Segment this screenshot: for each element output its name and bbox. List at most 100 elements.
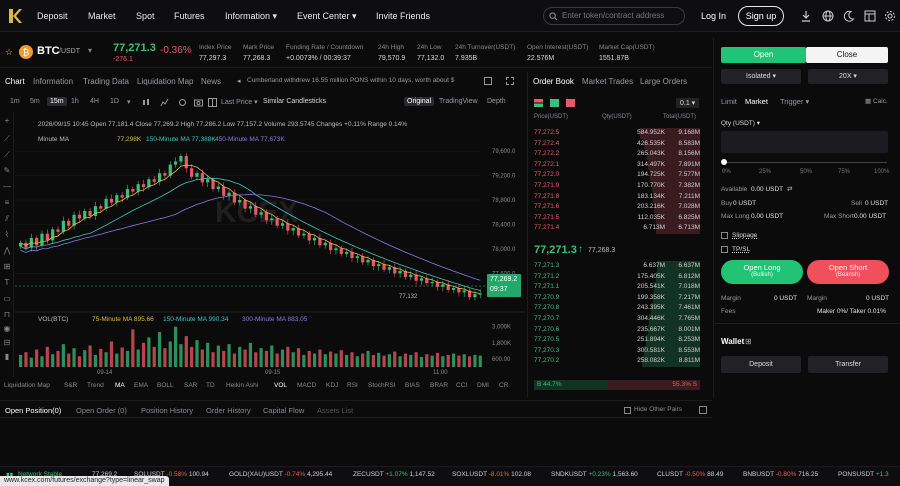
brush-icon[interactable]: ⌇ — [2, 230, 12, 240]
ask-row[interactable]: 77,272.4 426.535K 8.583M — [528, 138, 703, 150]
measure-icon[interactable]: ⊞ — [2, 262, 12, 272]
transfer-button[interactable]: Transfer — [808, 356, 888, 373]
ask-row[interactable]: 77,271.6 203.216K 7.028M — [528, 202, 703, 213]
ind-cr[interactable]: CR — [499, 382, 508, 389]
ind-dmi[interactable]: DMI — [477, 382, 489, 389]
tab-capital-flow[interactable]: Capital Flow — [263, 406, 304, 415]
ind-trend[interactable]: Trend — [87, 382, 104, 389]
timeframe-5m[interactable]: 5m — [30, 98, 40, 105]
more-timeframes-icon[interactable]: ▾ — [127, 98, 131, 106]
nav-information[interactable]: Information ▾ — [225, 11, 277, 22]
tab-trading-data[interactable]: Trading Data — [83, 77, 129, 86]
settings-icon[interactable] — [178, 98, 187, 107]
tab-open-order[interactable]: Open Order (0) — [76, 406, 127, 415]
slider-mark-100[interactable]: 100% — [874, 169, 889, 175]
bid-row[interactable]: 77,270.9 199.358K 7.217M — [528, 292, 703, 304]
nav-deposit[interactable]: Deposit — [37, 11, 68, 21]
signup-button[interactable]: Sign up — [738, 6, 784, 26]
order-type-limit[interactable]: Limit — [721, 97, 737, 106]
magnet-icon[interactable]: ⊓ — [2, 310, 12, 320]
ask-row[interactable]: 77,272.2 265.043K 8.156M — [528, 149, 703, 160]
horizontal-line-icon[interactable]: — — [2, 182, 12, 192]
bid-row[interactable]: 77,270.2 258.082K 8.811M — [528, 356, 703, 367]
bid-row[interactable]: 77,270.5 251.894K 8.253M — [528, 335, 703, 346]
slider-mark-25[interactable]: 25% — [759, 169, 771, 175]
search-box[interactable] — [543, 7, 685, 25]
ind-brar[interactable]: BRAR — [430, 382, 448, 389]
open-tab-button[interactable]: Open — [721, 47, 806, 63]
nav-futures[interactable]: Futures — [174, 11, 205, 21]
search-input[interactable] — [562, 11, 680, 20]
ind-liquidation-map[interactable]: Liquidation Map — [4, 382, 50, 389]
ruler-icon[interactable]: ▭ — [2, 294, 12, 304]
bid-row[interactable]: 77,271.3 6.637M 6.637M — [528, 261, 703, 272]
status-gold[interactable]: GOLD(XAU)USDT -0.74% 4,295.44 — [229, 471, 332, 478]
ind-td[interactable]: TD — [206, 382, 215, 389]
pen-icon[interactable]: ✎ — [2, 166, 12, 176]
nav-invite-friends[interactable]: Invite Friends — [376, 11, 430, 21]
nav-spot[interactable]: Spot — [136, 11, 155, 21]
qty-slider-track[interactable] — [724, 162, 887, 163]
globe-icon[interactable] — [822, 10, 834, 22]
slider-mark-0[interactable]: 0% — [722, 169, 731, 175]
slider-mark-50[interactable]: 50% — [800, 169, 812, 175]
precision-dropdown[interactable]: 0.1 ▾ — [676, 98, 700, 108]
bid-row[interactable]: 77,271.2 175.405K 6.812M — [528, 271, 703, 283]
slippage-label[interactable]: Slippage — [732, 232, 757, 239]
slippage-checkbox[interactable] — [721, 232, 728, 239]
bid-row[interactable]: 77,271.1 205.541K 7.018M — [528, 282, 703, 293]
candle-type-icon[interactable] — [142, 98, 151, 107]
bid-row[interactable]: 77,270.7 304.446K 7.765M — [528, 314, 703, 325]
status-pons[interactable]: PONSUSDT +1.3 — [838, 471, 889, 478]
close-tab-button[interactable]: Close — [806, 47, 888, 63]
trendline-icon[interactable]: ⟋ — [2, 134, 12, 144]
orderbook-view-asks-icon[interactable] — [566, 99, 575, 107]
ticker-symbol[interactable]: BTC — [37, 45, 60, 57]
status-cl[interactable]: CLUSDT -0.50% 88.49 — [657, 471, 723, 478]
crosshair-icon[interactable]: + — [2, 116, 12, 126]
candlestick-chart[interactable]: KCEX 79,600.079,200.078,800.078,400.078,… — [15, 112, 525, 377]
ind-ma[interactable]: MA — [115, 382, 125, 389]
status-sndk[interactable]: SNDKUSDT +0.23% 1,563.60 — [551, 471, 638, 478]
hide-other-pairs-checkbox[interactable] — [624, 407, 631, 414]
tab-open-position[interactable]: Open Position(0) — [5, 406, 61, 415]
ind-vol[interactable]: VOL — [274, 382, 287, 389]
fullscreen-icon[interactable] — [484, 77, 492, 85]
tab-order-book[interactable]: Order Book — [533, 77, 574, 86]
status-bnb[interactable]: BNBUSDT -0.80% 716.25 — [743, 471, 818, 478]
qty-slider-handle[interactable] — [721, 159, 727, 165]
status-zec[interactable]: ZECUSDT +1.07% 1,147.52 — [353, 471, 435, 478]
layout-toggle-icon[interactable] — [208, 98, 217, 107]
ind-rsi[interactable]: RSI — [347, 382, 358, 389]
qty-input[interactable] — [721, 131, 888, 153]
price-chart-area[interactable]: KCEX 79,600.079,200.078,800.078,400.078,… — [15, 112, 525, 377]
timeframe-1d[interactable]: 1D — [110, 98, 119, 105]
tab-assets-list[interactable]: Assets List — [317, 406, 353, 415]
layout-icon[interactable] — [864, 10, 876, 22]
text-icon[interactable]: T — [2, 278, 12, 288]
bid-row[interactable]: 77,270.8 243.395K 7.461M — [528, 303, 703, 314]
ind-sar[interactable]: SAR — [184, 382, 197, 389]
tab-chart[interactable]: Chart — [5, 77, 25, 86]
ind-kdj[interactable]: KDJ — [326, 382, 338, 389]
ask-row[interactable]: 77,272.1 314.497K 7.891M — [528, 159, 703, 171]
ticker-dropdown-icon[interactable]: ▾ — [88, 46, 92, 55]
ask-row[interactable]: 77,272.0 194.725K 7.577M — [528, 170, 703, 181]
wallet-icon[interactable]: ⊞ — [745, 337, 752, 346]
timeframe-15m[interactable]: 15m — [47, 97, 67, 106]
view-depth[interactable]: Depth — [487, 98, 506, 105]
orderbook-view-both-icon[interactable] — [534, 99, 543, 107]
star-icon[interactable]: ☆ — [5, 47, 13, 58]
ind-cci[interactable]: CCI — [456, 382, 467, 389]
indicator-icon[interactable] — [160, 98, 169, 107]
nav-market[interactable]: Market — [88, 11, 116, 21]
ind-macd[interactable]: MACD — [297, 382, 316, 389]
edit-icon[interactable] — [699, 406, 707, 414]
timeframe-1m[interactable]: 1m — [10, 98, 20, 105]
last-price-dropdown[interactable]: Last Price ▾ — [221, 98, 258, 106]
tpsl-label[interactable]: TP/SL — [732, 246, 750, 253]
eye-icon[interactable]: ◉ — [2, 324, 12, 334]
ask-row[interactable]: 77,271.9 170.770K 7.382M — [528, 181, 703, 192]
status-soxl[interactable]: SOXLUSDT -8.01% 102.08 — [452, 471, 531, 478]
expand-icon[interactable] — [506, 77, 514, 85]
